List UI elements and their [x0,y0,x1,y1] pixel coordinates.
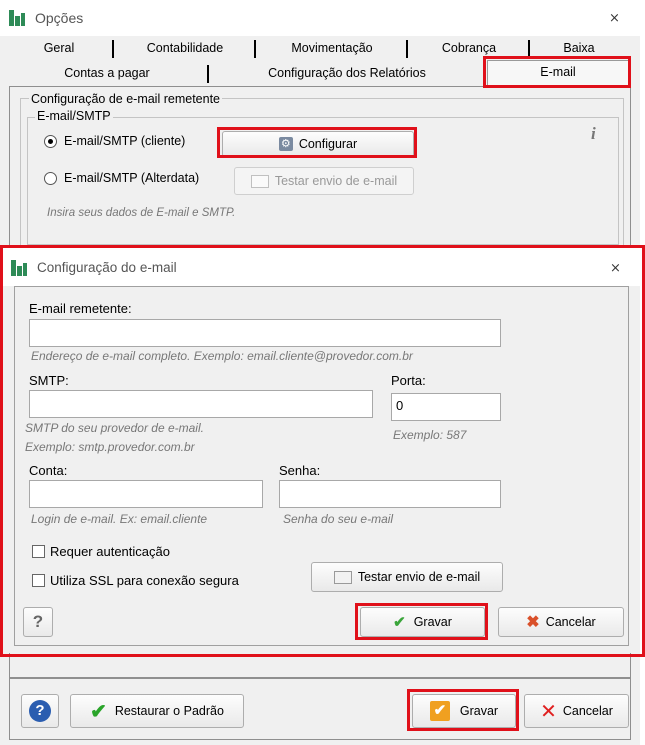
info-icon[interactable]: i [591,124,596,144]
footer-help-button[interactable]: ? [21,694,59,728]
port-label: Porta: [391,373,426,388]
test-email-button-disabled[interactable]: Testar envio de e-mail [234,167,414,195]
checkmark-icon: ✔ [90,700,107,723]
sender-hint: Endereço de e-mail completo. Exemplo: em… [31,349,413,363]
tab-geral[interactable]: Geral [9,38,109,58]
tab-email[interactable]: E-mail [487,60,629,87]
dialog-help-button[interactable]: ? [23,607,53,637]
configure-button-label: Configurar [298,137,358,151]
port-input[interactable]: 0 [391,393,501,421]
tab-movimentacao[interactable]: Movimentação [257,38,407,58]
dialog-test-email-button[interactable]: Testar envio de e-mail [311,562,503,592]
help-icon: ? [29,700,51,722]
ssl-checkbox[interactable] [32,574,45,587]
building-icon [9,10,25,26]
account-input[interactable] [29,480,263,508]
tab-cobranca[interactable]: Cobrança [409,38,529,58]
auth-checkbox[interactable] [32,545,45,558]
test-email-button-label: Testar envio de e-mail [274,174,398,188]
envelope-icon [333,570,352,584]
auth-checkbox-label[interactable]: Requer autenticação [50,544,170,559]
options-window: Opções ⨯ Geral Contabilidade Movimentaçã… [0,0,645,745]
footer-cancel-button[interactable]: ✕ Cancelar [524,694,629,728]
dialog-cancel-button[interactable]: ✖ Cancelar [498,607,624,637]
dialog-save-button[interactable]: ✔ Gravar [360,607,485,637]
envelope-icon [250,174,269,188]
smtp-hint-line1: SMTP do seu provedor de e-mail. [25,421,204,435]
cross-icon: ✕ [540,700,557,723]
building-icon [11,260,27,276]
question-icon: ? [32,612,44,631]
configure-button[interactable]: ⚙ Configurar [222,131,414,157]
smtp-hint: Insira seus dados de E-mail e SMTP. [47,207,236,219]
tab-strip-row2: Contas a pagar Configuração dos Relatóri… [9,60,631,87]
dialog-cancel-label: Cancelar [545,615,596,629]
smtp-hint-line2: Exemplo: smtp.provedor.com.br [25,440,195,454]
sender-email-input[interactable] [29,319,501,347]
account-label: Conta: [29,463,68,478]
restore-default-button[interactable]: ✔ Restaurar o Padrão [70,694,244,728]
window-title: Opções [35,10,84,26]
radio-smtp-alterdata-label[interactable]: E-mail/SMTP (Alterdata) [64,171,199,185]
restore-default-label: Restaurar o Padrão [114,704,224,718]
smtp-sub-group-title: E-mail/SMTP [35,109,113,123]
dialog-close-icon[interactable]: ⨯ [610,260,621,276]
dialog-save-label: Gravar [413,615,452,629]
tab-baixa[interactable]: Baixa [531,38,627,58]
radio-smtp-cliente-label[interactable]: E-mail/SMTP (cliente) [64,134,185,148]
footer-save-label: Gravar [459,704,499,718]
checkmark-icon: ✔ [393,614,406,631]
gear-icon: ⚙ [278,137,293,151]
smtp-input[interactable] [29,390,373,418]
password-hint: Senha do seu e-mail [283,512,394,526]
cross-icon: ✖ [526,614,540,631]
smtp-label: SMTP: [29,373,69,388]
radio-smtp-alterdata[interactable] [44,172,57,185]
footer-save-button[interactable]: ✔ Gravar [412,694,516,728]
save-check-icon: ✔ [429,701,450,721]
account-hint: Login de e-mail. Ex: email.cliente [31,512,208,526]
close-icon[interactable]: ⨯ [609,10,620,26]
dialog-title: Configuração do e-mail [37,260,177,275]
port-hint: Exemplo: 587 [393,428,467,442]
ssl-checkbox-label[interactable]: Utiliza SSL para conexão segura [50,573,239,588]
tab-configuracao-relatorios[interactable]: Configuração dos Relatórios [210,63,484,83]
title-bar: Opções ⨯ [0,0,640,36]
tab-strip-row1: Geral Contabilidade Movimentação Cobranç… [9,38,631,60]
tab-contabilidade[interactable]: Contabilidade [115,38,255,58]
footer-cancel-label: Cancelar [562,704,613,718]
tab-contas-a-pagar[interactable]: Contas a pagar [9,63,205,83]
sender-label: E-mail remetente: [29,301,132,316]
password-label: Senha: [279,463,321,478]
sender-config-group-title: Configuração de e-mail remetente [29,92,222,106]
password-input[interactable] [279,480,501,508]
radio-smtp-cliente[interactable] [44,135,57,148]
dialog-test-email-label: Testar envio de e-mail [357,570,481,584]
